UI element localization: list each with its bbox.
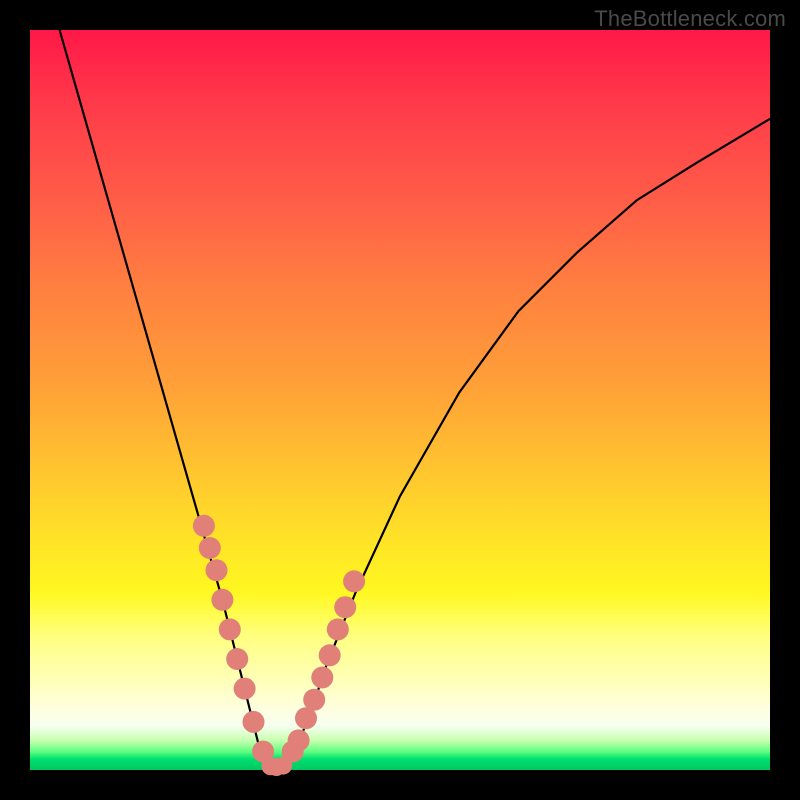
data-marker bbox=[226, 648, 248, 670]
data-marker bbox=[274, 757, 292, 775]
data-marker bbox=[206, 559, 228, 581]
data-marker bbox=[319, 644, 341, 666]
data-marker bbox=[334, 596, 356, 618]
plot-area bbox=[30, 30, 770, 770]
marker-layer bbox=[193, 515, 365, 776]
data-marker bbox=[243, 711, 265, 733]
outer-frame: TheBottleneck.com bbox=[0, 0, 800, 800]
bottleneck-curve bbox=[60, 30, 770, 770]
curve-layer bbox=[60, 30, 770, 770]
data-marker bbox=[343, 570, 365, 592]
data-marker bbox=[311, 667, 333, 689]
data-marker bbox=[303, 689, 325, 711]
data-marker bbox=[199, 537, 221, 559]
data-marker bbox=[193, 515, 215, 537]
data-marker bbox=[327, 618, 349, 640]
data-marker bbox=[211, 589, 233, 611]
data-marker bbox=[234, 678, 256, 700]
chart-svg bbox=[30, 30, 770, 770]
watermark-text: TheBottleneck.com bbox=[594, 6, 786, 32]
data-marker bbox=[288, 729, 310, 751]
data-marker bbox=[219, 618, 241, 640]
